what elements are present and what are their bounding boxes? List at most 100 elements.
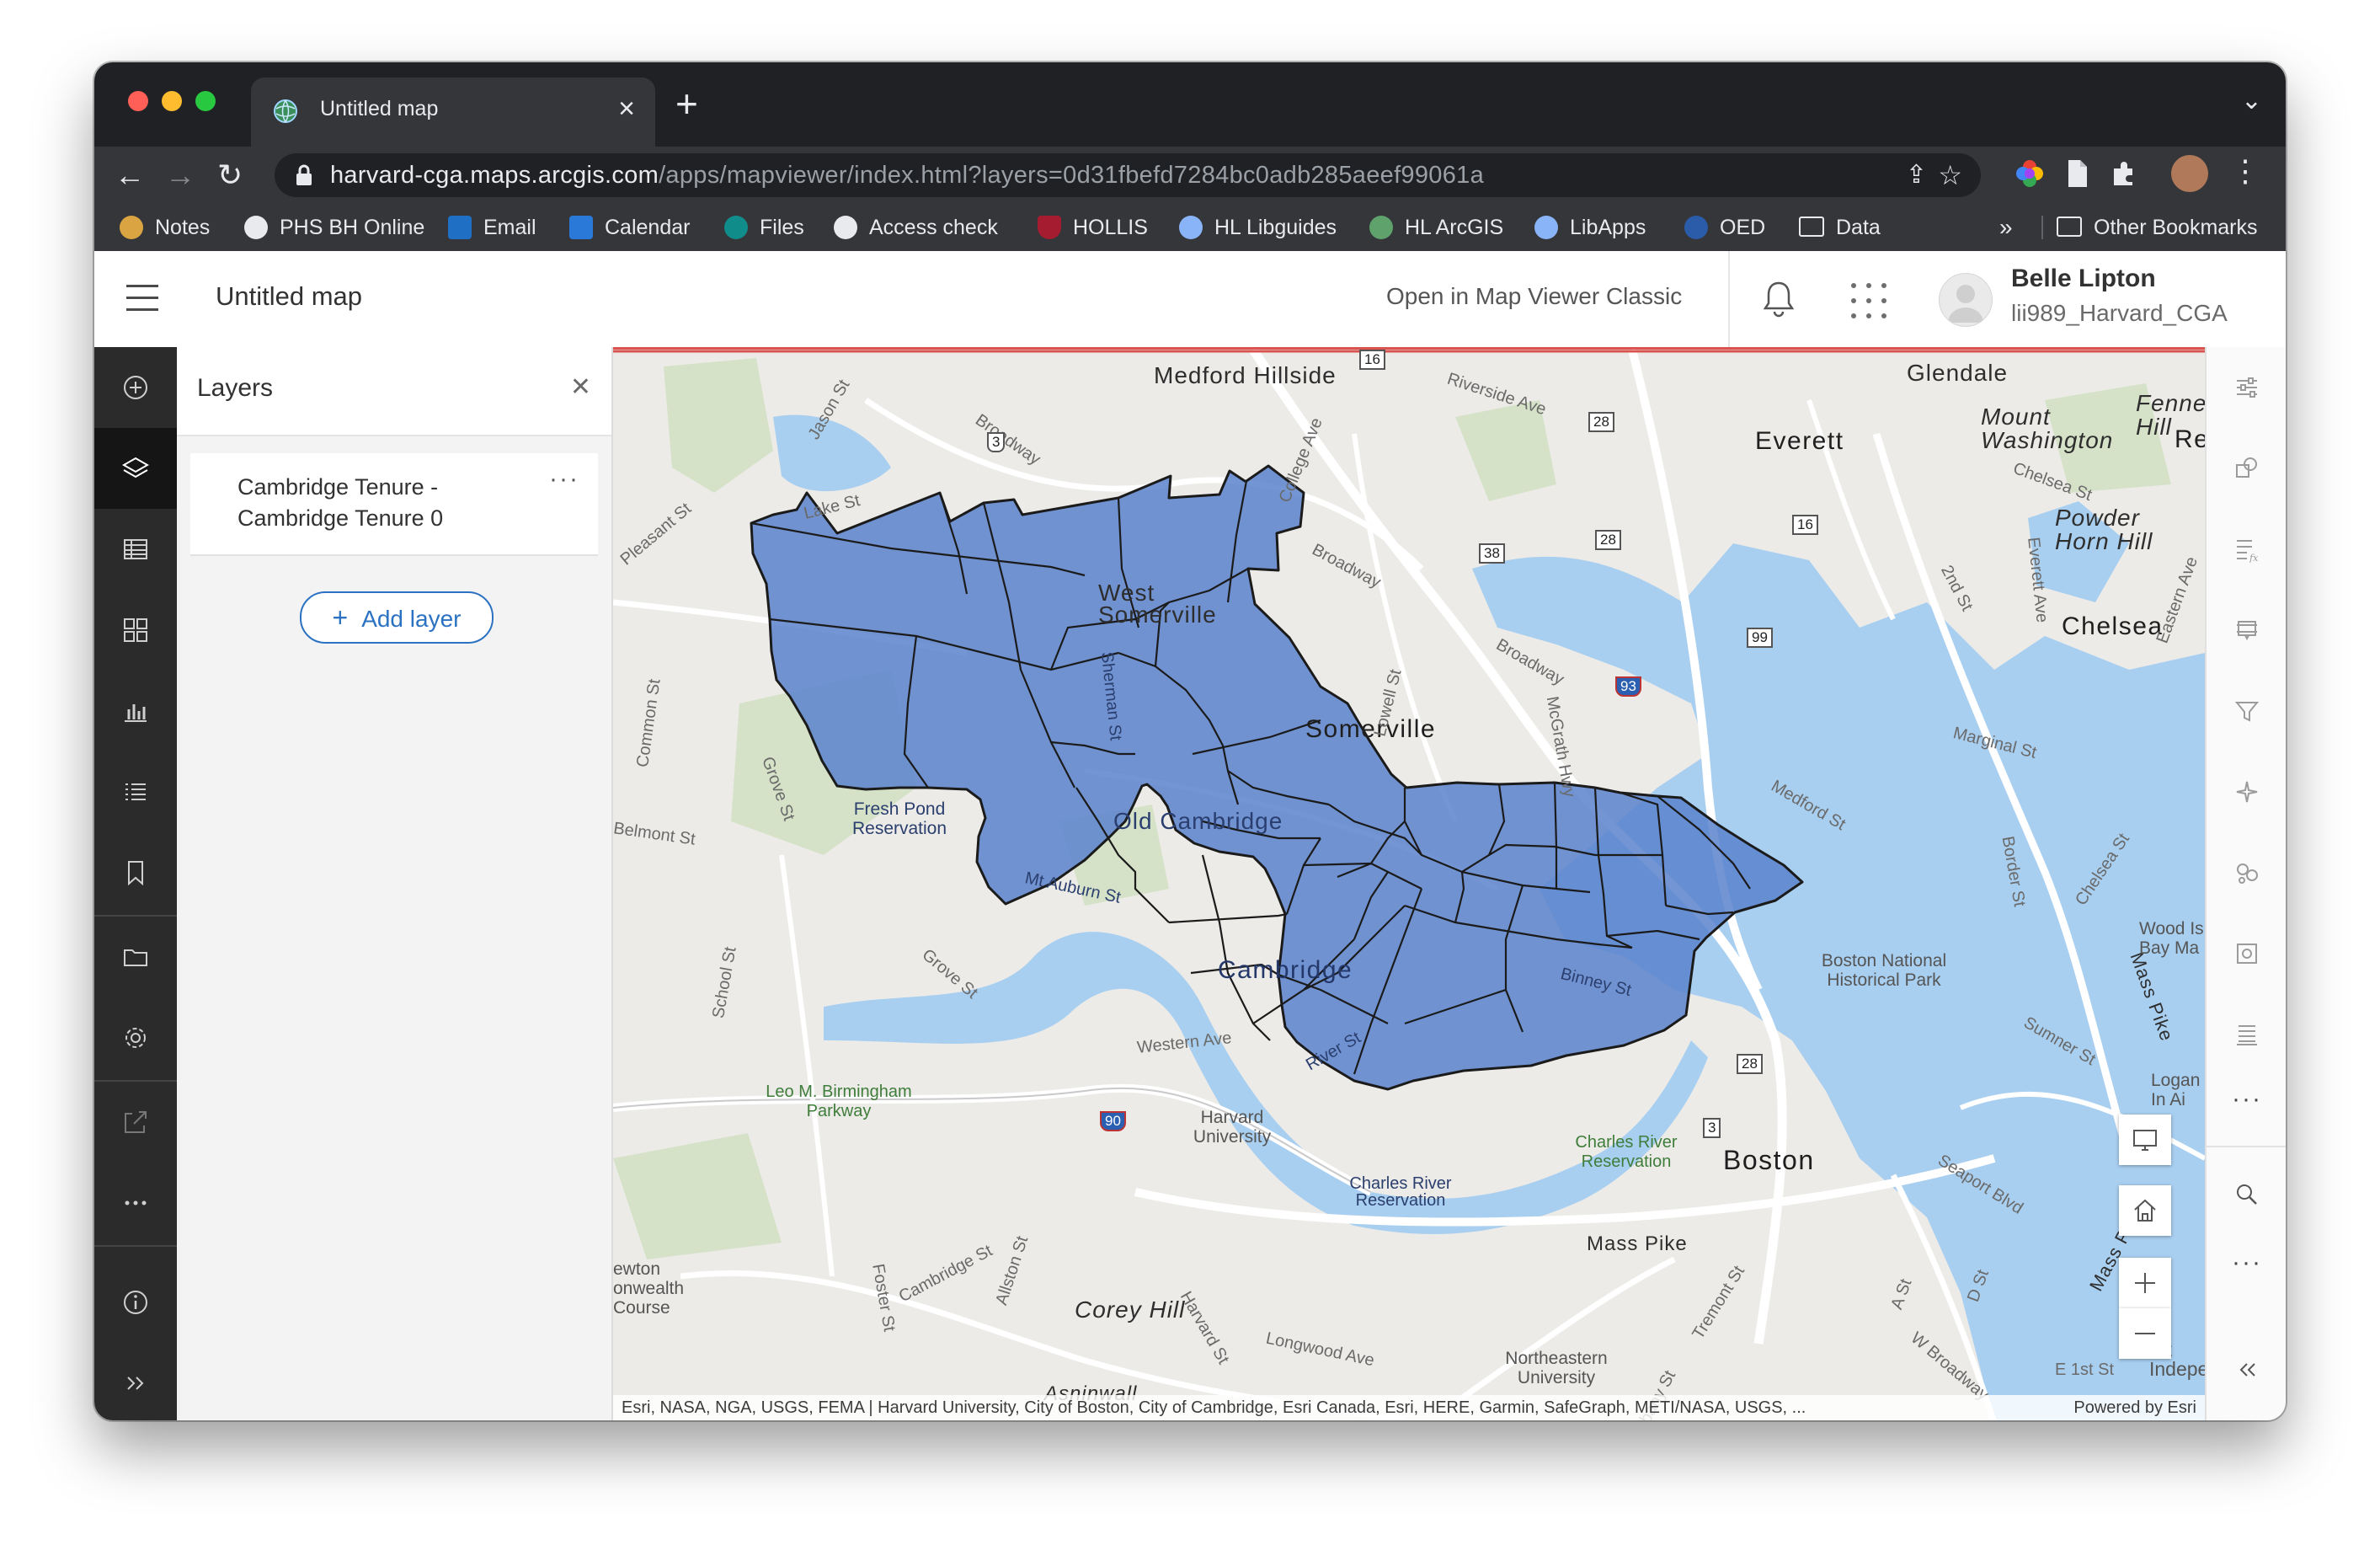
profile-avatar[interactable] [2171,155,2208,192]
map-title[interactable]: Untitled map [216,281,362,312]
bookmark-star-icon[interactable]: ☆ [1938,153,1962,197]
styles-shapes-icon [2236,457,2257,478]
arcgis-globe-icon [1369,216,1393,239]
collapse-right-bar[interactable] [2207,1329,2286,1410]
more-actions[interactable] [94,1163,177,1243]
filter-action[interactable] [2207,671,2286,751]
share-icon[interactable]: ⇪ [1906,153,1927,197]
bookmarks-action[interactable] [94,832,177,913]
hamburger-menu-icon[interactable] [126,285,158,320]
user-avatar[interactable] [1939,273,1993,327]
extensions-puzzle-icon[interactable] [2107,157,2141,190]
legend-action[interactable] [94,751,177,832]
app-launcher-icon[interactable] [1851,283,1886,318]
map-label-northeastern: Northeastern University [1505,1349,1608,1387]
browser-tab-active[interactable]: Untitled map × [251,78,655,147]
maximize-window-button[interactable] [195,91,216,111]
zoom-out-button[interactable] [2119,1308,2171,1359]
configure-action[interactable] [2207,994,2286,1075]
bookmark-label: Notes [155,216,211,239]
bookmark-email[interactable]: Email [448,204,536,251]
folder-icon [124,949,147,966]
map-label-newton-course: ewton onwealth Course [613,1259,685,1318]
minimize-window-button[interactable] [162,91,182,111]
bookmark-libapps[interactable]: LibApps [1534,204,1646,251]
action-bar-divider [94,1245,177,1247]
home-button[interactable] [2119,1185,2171,1236]
more-settings-icon[interactable]: ··· [2232,1085,2262,1114]
map-view[interactable]: Medford Hillside Glendale Everett Mount … [613,347,2205,1420]
bookmark-files[interactable]: Files [724,204,804,251]
bookmark-data[interactable]: Data [1799,204,1881,251]
close-icon[interactable]: ✕ [570,372,591,402]
map-label-everett: Everett [1755,427,1844,455]
close-window-button[interactable] [128,91,148,111]
notifications-bell-icon[interactable] [1760,278,1797,318]
folder-icon [1799,217,1824,237]
reload-icon[interactable]: ↻ [217,157,243,194]
layer-list-item[interactable]: Cambridge Tenure - Cambridge Tenure 0 ··… [190,453,598,556]
bookmark-oed[interactable]: OED [1684,204,1765,251]
layers-action[interactable] [94,428,177,509]
bookmarks-bar: Notes PHS BH Online Email Calendar Files… [94,204,2286,252]
back-arrow-icon[interactable]: ← [115,157,145,194]
basemap-action[interactable] [94,590,177,671]
route-shield: 3 [987,432,1006,452]
attribution-text[interactable]: Esri, NASA, NGA, USGS, FEMA | Harvard Un… [622,1395,2020,1420]
bookmark-label: Calendar [605,216,691,239]
popups-action[interactable] [2207,590,2286,671]
search-action[interactable] [2207,1154,2286,1235]
document-extension-icon[interactable] [2060,157,2094,190]
charts-action[interactable] [94,671,177,751]
user-name[interactable]: Belle Lipton [2011,265,2156,293]
layer-options-icon[interactable]: ··· [549,465,579,494]
app-header: Untitled map Open in Map Viewer Classic … [94,251,2286,349]
route-shield: 16 [1792,515,1818,535]
bookmark-access-check[interactable]: Access check [834,204,998,251]
map-label-cambridge: Cambridge [1218,956,1353,984]
bookmark-label: PHS BH Online [280,216,425,239]
address-bar[interactable]: harvard-cga.maps.arcgis.com/apps/mapview… [275,153,1981,197]
bookmark-other[interactable]: Other Bookmarks [2057,204,2258,251]
bookmark-notes[interactable]: Notes [120,204,210,251]
powered-by-esri[interactable]: Powered by Esri [2073,1395,2196,1420]
more-bookmarks-chevron[interactable]: » [1999,204,2013,251]
color-extension-icon[interactable] [2013,157,2046,190]
map-properties-action[interactable] [94,1262,177,1343]
bookmark-hl-libguides[interactable]: HL Libguides [1179,204,1337,251]
add-layer-action[interactable] [94,347,177,428]
fullscreen-button[interactable] [2119,1115,2171,1165]
browser-toolbar: ← → ↻ harvard-cga.maps.arcgis.com/apps/m… [94,147,2286,204]
bookmark-phs-bh-online[interactable]: PHS BH Online [244,204,424,251]
styles-action[interactable] [2207,428,2286,509]
zoom-in-button[interactable] [2119,1258,2171,1308]
table-icon [124,539,147,559]
info-icon [124,1291,147,1314]
labels-action[interactable] [2207,913,2286,994]
share-map-action[interactable] [94,1082,177,1163]
forward-arrow-icon[interactable]: → [165,157,195,194]
bookmark-hl-arcgis[interactable]: HL ArcGIS [1369,204,1503,251]
bookmark-hollis[interactable]: HOLLIS [1038,204,1148,251]
clustering-action[interactable] [2207,832,2286,913]
sharepoint-icon [724,216,748,239]
browser-menu-icon[interactable]: ⋮ [2230,153,2260,189]
fields-action[interactable]: fx [2207,509,2286,590]
settings-action[interactable] [94,997,177,1078]
cloud-icon [1534,216,1558,239]
tables-action[interactable] [94,509,177,590]
open-classic-link[interactable]: Open in Map Viewer Classic [1386,283,1682,310]
url-text: harvard-cga.maps.arcgis.com/apps/mapview… [330,153,1484,197]
add-layer-button[interactable]: + Add layer [300,591,494,644]
new-tab-button[interactable]: + [675,81,698,126]
effects-action[interactable] [2207,751,2286,832]
map-label-mount-washington: Mount Washington [1981,404,2114,453]
bookmark-calendar[interactable]: Calendar [569,204,690,251]
open-map-action[interactable] [94,917,177,997]
tab-search-chevron-icon[interactable]: ⌄ [2241,86,2262,115]
left-action-bar [94,347,177,1420]
expand-action-bar[interactable] [94,1343,177,1420]
more-tools-icon[interactable]: ··· [2232,1248,2262,1277]
close-tab-icon[interactable]: × [618,93,635,126]
properties-action[interactable] [2207,347,2286,428]
